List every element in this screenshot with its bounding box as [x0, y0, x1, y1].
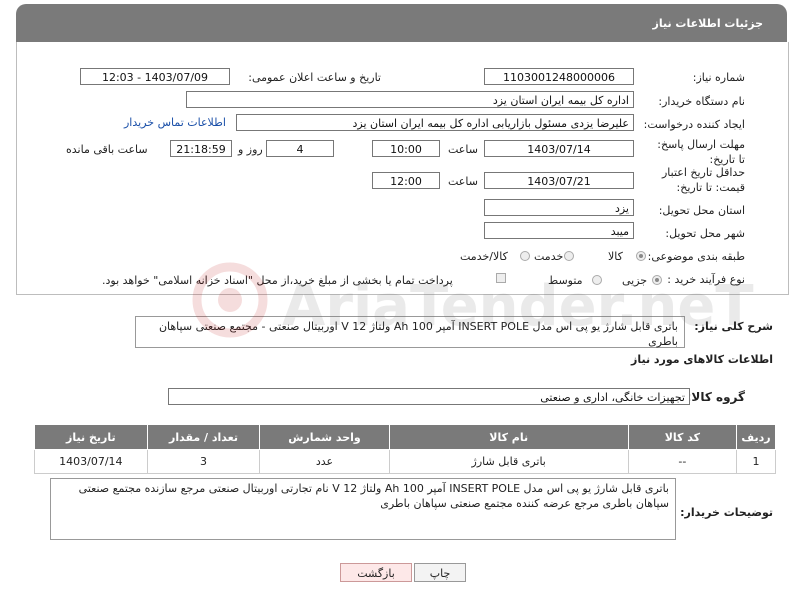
cell-row: 1: [736, 449, 776, 474]
need-number-field: 1103001248000006: [484, 68, 634, 85]
page-header: جزئیات اطلاعات نیاز: [16, 4, 787, 42]
process-label: نوع فرآیند خرید :: [667, 273, 745, 286]
goods-table-header: ردیف کد کالا نام کالا واحد شمارش تعداد /…: [34, 424, 776, 450]
remaining-label: ساعت باقی مانده: [66, 143, 148, 156]
process-radio-medium[interactable]: [592, 275, 602, 285]
goods-group-field: تجهیزات خانگی، اداری و صنعتی: [168, 388, 690, 405]
category-option-goods-service: کالا/خدمت: [460, 250, 508, 263]
category-radio-goods-service[interactable]: [520, 251, 530, 261]
deadline-time-label: ساعت: [448, 143, 478, 156]
city-field: میبد: [484, 222, 634, 239]
category-option-service: خدمت: [534, 250, 564, 263]
col-code: کد کالا: [627, 424, 738, 450]
category-radio-service[interactable]: [564, 251, 574, 261]
treasury-payment-checkbox[interactable]: [496, 273, 506, 283]
category-label: طبقه بندی موضوعی:: [647, 250, 745, 263]
buyer-org-label: نام دستگاه خریدار:: [658, 95, 745, 108]
process-option-minor: جزیی: [622, 274, 648, 287]
province-field: یزد: [484, 199, 634, 216]
process-radio-minor[interactable]: [652, 275, 662, 285]
city-label: شهر محل تحویل:: [665, 227, 745, 240]
summary-text: باتری قابل شارژ یو پی اس مدل INSERT POLE…: [135, 316, 685, 348]
category-radio-goods[interactable]: [636, 251, 646, 261]
cell-code: --: [627, 449, 738, 474]
col-qty: تعداد / مقدار: [146, 424, 261, 450]
validity-label: حداقل تاریخ اعتبار قیمت: تا تاریخ:: [661, 166, 745, 194]
deadline-time-field: 10:00: [372, 140, 440, 157]
treasury-payment-note: پرداخت تمام یا بخشی از مبلغ خرید،از محل …: [102, 274, 453, 287]
cell-date: 1403/07/14: [34, 449, 148, 474]
validity-time-field: 12:00: [372, 172, 440, 189]
need-number-label: شماره نیاز:: [692, 71, 745, 84]
process-option-medium: متوسط: [548, 274, 583, 287]
summary-label: شرح کلی نیاز:: [694, 320, 773, 333]
announce-datetime-field: 1403/07/09 - 12:03: [80, 68, 230, 85]
validity-date-field: 1403/07/21: [484, 172, 634, 189]
goods-section-title: اطلاعات کالاهای مورد نیاز: [631, 353, 773, 366]
validity-time-label: ساعت: [448, 175, 478, 188]
cell-name: باتری قابل شارژ: [388, 449, 629, 474]
buyer-contact-link[interactable]: اطلاعات تماس خریدار: [124, 116, 226, 129]
buyer-desc-label: توضیحات خریدار:: [680, 506, 773, 519]
requester-label: ایجاد کننده درخواست:: [643, 118, 745, 131]
days-field: 4: [266, 140, 334, 157]
table-row: 1 -- باتری قابل شارژ عدد 3 1403/07/14: [34, 449, 776, 474]
print-button[interactable]: چاپ: [414, 563, 466, 582]
buyer-org-field: اداره کل بیمه ایران استان یزد: [186, 91, 634, 108]
category-option-goods: کالا: [608, 250, 623, 263]
announce-label: تاریخ و ساعت اعلان عمومی:: [248, 71, 381, 84]
goods-table: ردیف کد کالا نام کالا واحد شمارش تعداد /…: [34, 424, 776, 474]
deadline-label: مهلت ارسال پاسخ: تا تاریخ:: [657, 138, 745, 166]
cell-qty: 3: [146, 449, 261, 474]
col-unit: واحد شمارش: [259, 424, 390, 450]
remaining-time-field: 21:18:59: [170, 140, 232, 157]
page-title: جزئیات اطلاعات نیاز: [652, 17, 764, 30]
col-date: تاریخ نیاز: [34, 424, 148, 450]
goods-group-label: گروه کالا:: [686, 390, 745, 404]
col-name: نام کالا: [388, 424, 629, 450]
days-label: روز و: [238, 143, 263, 156]
requester-field: علیرضا یزدی مسئول بازاریابی اداره کل بیم…: [236, 114, 634, 131]
deadline-date-field: 1403/07/14: [484, 140, 634, 157]
col-row: ردیف: [736, 424, 776, 450]
cell-unit: عدد: [259, 449, 390, 474]
buyer-desc-text: باتری قابل شارژ یو پی اس مدل INSERT POLE…: [50, 478, 676, 540]
back-button[interactable]: بازگشت: [340, 563, 412, 582]
province-label: استان محل تحویل:: [658, 204, 745, 217]
